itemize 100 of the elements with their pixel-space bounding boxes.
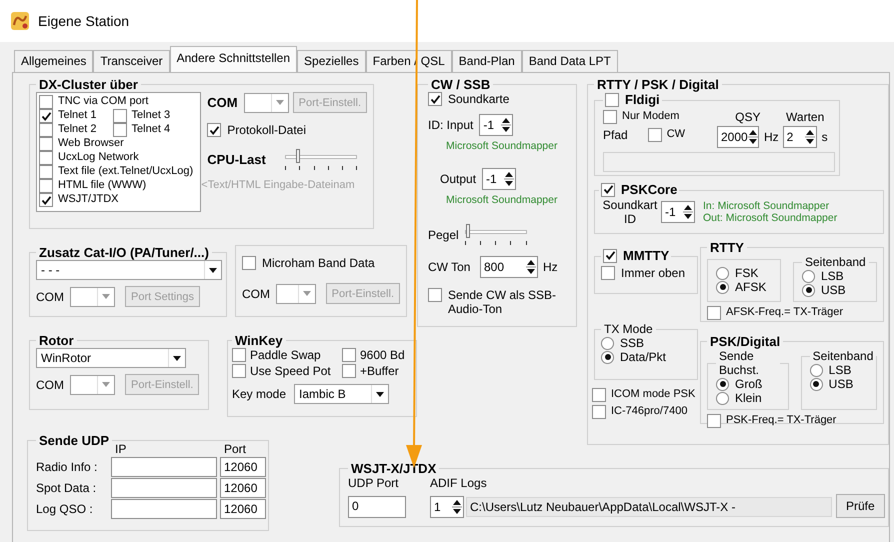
checkbox[interactable]: AFSK-Freq.= TX-Träger <box>707 306 844 320</box>
group-title: WSJT-X/JTDX <box>350 461 438 476</box>
unit-label: Hz <box>543 260 558 274</box>
spin-arrows-icon <box>504 170 514 186</box>
spin-arrows-icon <box>683 204 693 220</box>
row-label: Log QSO : <box>36 502 94 516</box>
checkbox[interactable]: TNC via COM port <box>39 95 148 109</box>
udp-port-label: UDP Port <box>348 476 400 490</box>
checkbox[interactable]: Protokoll-Datei <box>207 123 306 137</box>
group-title: CW / SSB <box>430 77 492 92</box>
spin-box[interactable]: 800 <box>480 256 538 278</box>
check-icon <box>208 124 220 136</box>
tab[interactable]: Andere Schnittstellen <box>170 46 298 72</box>
checkbox[interactable]: IC-746pro/7400 <box>592 405 698 419</box>
radio-button[interactable]: USB <box>802 283 868 297</box>
file-hint: <Text/HTML Eingabe-Dateinam <box>201 178 356 190</box>
checkbox[interactable]: PSKCore <box>601 182 678 197</box>
checkbox[interactable]: Use Speed Pot <box>232 364 331 378</box>
input-field[interactable] <box>111 457 217 477</box>
radio-button[interactable]: LSB <box>810 363 868 377</box>
qsy-label: QSY <box>735 110 760 124</box>
checkbox[interactable]: Soundkarte <box>428 92 510 106</box>
unit-label: s <box>822 130 828 144</box>
radio-button[interactable]: LSB <box>802 269 868 283</box>
radio-button[interactable]: AFSK <box>716 280 772 294</box>
input-field[interactable]: 12060 <box>220 478 266 498</box>
slider-thumb[interactable] <box>466 224 470 238</box>
tab[interactable]: Transceiver <box>93 50 170 72</box>
tab[interactable]: Band-Plan <box>452 50 522 72</box>
radio-button[interactable]: USB <box>810 377 868 391</box>
radio-button[interactable]: SSB <box>601 336 691 350</box>
spin-arrows-icon <box>748 128 758 144</box>
spin-box[interactable]: -1 <box>482 168 516 190</box>
button[interactable]: Prüfe <box>836 494 885 518</box>
radio-button[interactable]: FSK <box>716 266 772 280</box>
checkbox[interactable]: Microham Band Data <box>242 256 375 270</box>
tab[interactable]: Spezielles <box>297 50 366 72</box>
dropdown[interactable]: - - - <box>36 260 222 280</box>
spin-box[interactable]: 1 <box>430 496 464 518</box>
dropdown-arrow-icon <box>376 392 384 396</box>
input-field[interactable]: 0 <box>348 496 406 518</box>
input-field[interactable]: 12060 <box>220 457 266 477</box>
checkbox[interactable]: Sende CW als SSB-Audio-Ton <box>428 288 558 316</box>
tab[interactable]: Band Data LPT <box>522 50 618 72</box>
com-label: COM <box>242 286 270 300</box>
checkbox[interactable]: Telnet 3 <box>112 109 170 123</box>
checkbox[interactable]: ICOM mode PSK <box>592 388 698 402</box>
spin-box[interactable]: -1 <box>661 201 695 223</box>
group-title: RTTY <box>709 240 745 255</box>
spin-box[interactable]: -1 <box>479 114 514 136</box>
group-title: Seitenband <box>804 255 867 269</box>
slider-track[interactable] <box>464 224 527 246</box>
checkbox[interactable]: Nur Modem <box>603 110 713 124</box>
input-field[interactable]: 12060 <box>220 499 266 519</box>
input-field[interactable] <box>111 499 217 519</box>
path-field[interactable]: C:\Users\Lutz Neubauer\AppData\Local\WSJT-X - <box>466 497 832 517</box>
path-field[interactable] <box>603 152 835 172</box>
slider-thumb[interactable] <box>296 148 300 162</box>
spin-arrows-icon <box>452 499 462 515</box>
group-title: PSK/Digital <box>709 334 782 349</box>
input-field[interactable] <box>111 478 217 498</box>
checkbox[interactable]: PSK-Freq.= TX-Träger <box>707 414 836 428</box>
dropdown[interactable]: Iambic B <box>294 384 390 404</box>
group-title: WinKey <box>234 333 284 348</box>
checkbox[interactable]: WSJT/JTDX <box>39 193 118 207</box>
checkbox[interactable]: Telnet 4 <box>112 123 170 137</box>
spin-box[interactable]: 2000 <box>717 126 759 148</box>
spin-arrows-icon <box>501 116 512 132</box>
checkbox[interactable]: Text file (ext.Telnet/UcxLog) <box>39 165 194 179</box>
radio-button[interactable]: Groß <box>716 377 780 391</box>
com-label: COM <box>36 378 64 392</box>
window-title: Eigene Station <box>38 13 130 29</box>
checkbox[interactable]: Immer oben <box>601 266 686 280</box>
wait-label: Warten <box>786 110 824 124</box>
list-box[interactable]: TNC via COM port Telnet 1 Telnet 3 Telnet 2 Telnet 4 Web Browser UcxLog Network Text file (ext.Telnet/UcxLog) HTML file (WWW) WSJT/JTDX <box>36 92 202 212</box>
checkbox[interactable]: Telnet 2 <box>39 123 97 137</box>
device-name: Microsoft Soundmapper <box>446 194 558 206</box>
checkbox[interactable]: CW <box>648 128 686 142</box>
row-label: Spot Data : <box>36 481 98 495</box>
radio-button[interactable]: Data/Pkt <box>601 350 691 364</box>
checkbox[interactable]: HTML file (WWW) <box>39 179 146 193</box>
checkbox[interactable]: UcxLog Network <box>39 151 139 165</box>
dropdown-arrow-icon <box>102 382 110 387</box>
check-icon <box>602 184 614 195</box>
checkbox[interactable]: Paddle Swap <box>232 348 321 362</box>
group-title: Rotor <box>38 333 75 348</box>
checkbox[interactable]: Fldigi <box>605 92 660 107</box>
checkbox[interactable]: +Buffer <box>342 364 399 378</box>
spin-box[interactable]: 2 <box>782 126 817 148</box>
unit-label: Hz <box>764 130 779 144</box>
checkbox[interactable]: MMTTY <box>603 248 670 263</box>
dropdown[interactable]: WinRotor <box>36 348 186 368</box>
tab[interactable]: Allgemeines <box>14 50 94 72</box>
checkbox[interactable]: 9600 Bd <box>342 348 405 362</box>
slider-track[interactable] <box>285 148 358 170</box>
checkbox[interactable]: Telnet 1 <box>39 109 97 123</box>
column-header: Port <box>223 442 248 456</box>
checkbox[interactable]: Web Browser <box>39 137 124 151</box>
radio-button[interactable]: Klein <box>716 391 780 405</box>
group-title: Sende UDP <box>38 433 110 448</box>
